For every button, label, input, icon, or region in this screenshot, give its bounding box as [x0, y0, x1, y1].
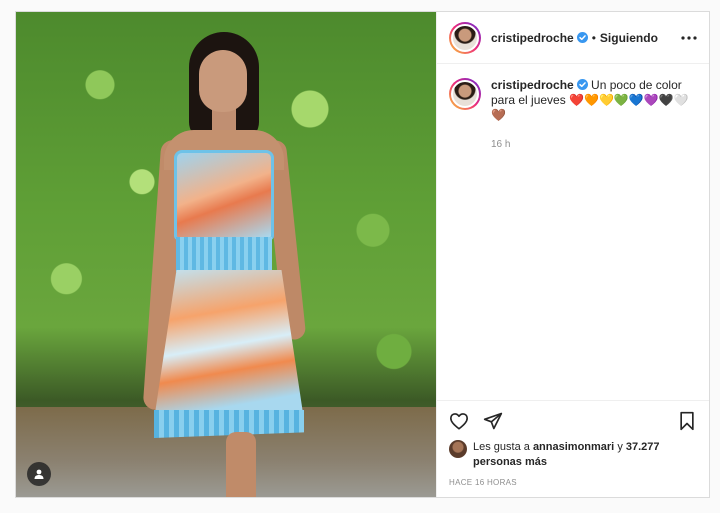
paper-plane-icon[interactable] [481, 409, 505, 433]
action-bar [437, 400, 709, 440]
dress-skirt [154, 270, 304, 420]
likes-text: Les gusta a annasimonmari y 37.277 perso… [473, 440, 697, 470]
author-username[interactable]: cristipedroche [491, 31, 574, 45]
verified-badge-icon [576, 32, 588, 43]
caption-time[interactable]: 16 h [491, 137, 691, 152]
post-header: cristipedroche • Siguiendo [437, 12, 709, 64]
post-card: cristipedroche • Siguiendo cristipedroch… [15, 11, 710, 498]
photo-person [134, 32, 314, 497]
caption-username[interactable]: cristipedroche [491, 78, 574, 92]
dress-bodice [174, 150, 274, 240]
likes-conjunction: y [617, 441, 623, 453]
post-sidebar: cristipedroche • Siguiendo cristipedroch… [436, 12, 709, 497]
heart-icon[interactable] [447, 409, 471, 433]
bookmark-icon[interactable] [675, 409, 699, 433]
liker-username[interactable]: annasimonmari [533, 441, 614, 453]
verified-badge-icon [576, 79, 588, 90]
following-button[interactable]: Siguiendo [600, 31, 658, 45]
user-tag-icon[interactable] [27, 462, 51, 486]
caption-row: cristipedroche Un poco de color para el … [449, 78, 697, 152]
author-avatar[interactable] [449, 21, 481, 54]
person-leg [226, 432, 256, 497]
likes-prefix: Les gusta a [473, 441, 530, 453]
post-timestamp[interactable]: HACE 16 HORAS [437, 470, 709, 487]
caption-author-avatar[interactable] [449, 78, 481, 110]
caption: cristipedroche Un poco de color para el … [491, 78, 691, 152]
bottom-spacer [437, 487, 709, 497]
likes-summary: Les gusta a annasimonmari y 37.277 perso… [437, 440, 709, 470]
post-photo[interactable] [16, 12, 436, 497]
person-face [199, 50, 247, 112]
liker-avatar[interactable] [449, 440, 467, 458]
header-separator: • [591, 30, 596, 45]
dress-lace-waist [176, 237, 272, 272]
comments-area: cristipedroche Un poco de color para el … [437, 64, 709, 400]
more-horizontal-icon[interactable] [681, 35, 697, 40]
